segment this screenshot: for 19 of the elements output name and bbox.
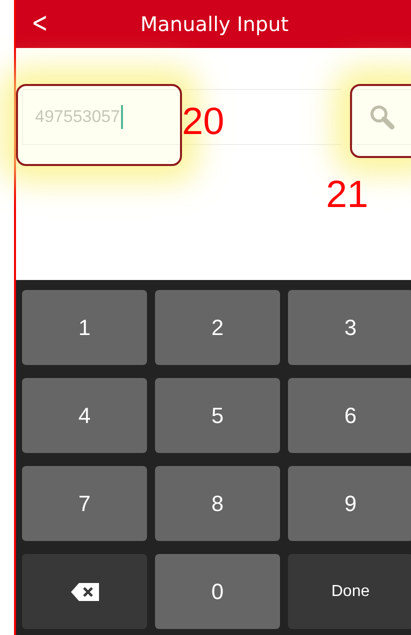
digit-key[interactable]: 2 (155, 290, 280, 365)
digit-key[interactable]: 8 (155, 466, 280, 541)
search-icon (368, 103, 396, 131)
back-button[interactable]: < (27, 6, 52, 39)
backspace-key[interactable] (22, 554, 147, 629)
backspace-icon (70, 582, 98, 600)
done-key[interactable]: Done (288, 554, 411, 629)
digit-key[interactable]: 9 (288, 466, 411, 541)
digit-key[interactable]: 5 (155, 378, 280, 453)
digit-key[interactable]: 6 (288, 378, 411, 453)
text-caret (121, 105, 124, 129)
digit-key[interactable]: 3 (288, 290, 411, 365)
digit-key[interactable]: 1 (22, 290, 147, 365)
digit-key[interactable]: 4 (22, 378, 147, 453)
callout-number: 21 (326, 176, 368, 214)
digit-key[interactable]: 0 (155, 554, 280, 629)
digit-key[interactable]: 7 (22, 466, 147, 541)
callout-number: 20 (182, 103, 224, 141)
page-title: Manually Input (140, 12, 289, 36)
